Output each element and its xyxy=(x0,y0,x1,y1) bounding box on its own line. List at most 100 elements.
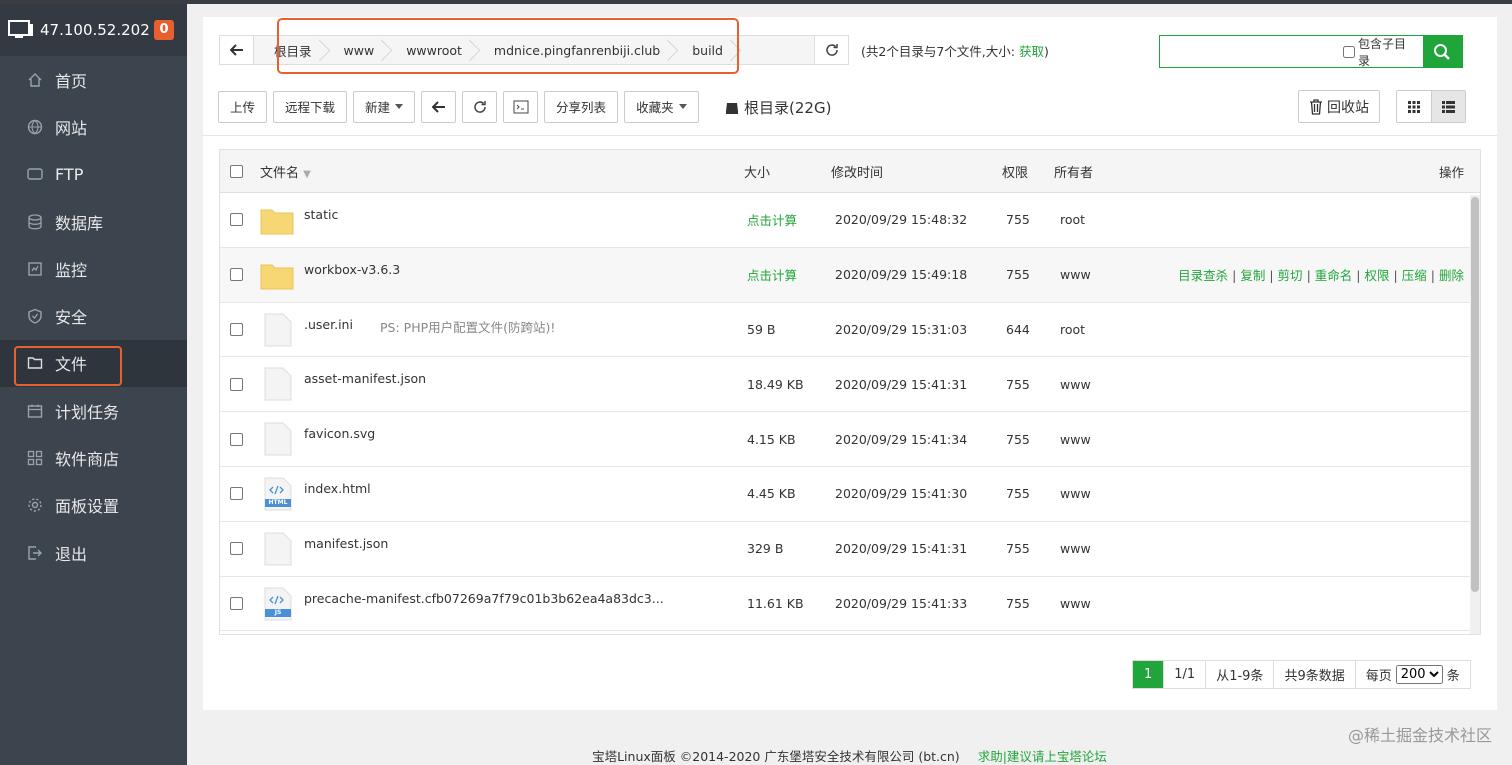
sidebar-menu: 首页 网站 FTP 数据库 监控 安全 文件 计划任务 软件商店 面板设置 退出 xyxy=(0,56,187,577)
recycle-bin-button[interactable]: 回收站 xyxy=(1298,90,1380,123)
page-current[interactable]: 1 xyxy=(1133,661,1165,688)
file-size[interactable]: 点击计算 xyxy=(747,210,797,229)
file-name[interactable]: favicon.svg xyxy=(304,426,375,441)
table-row[interactable]: workbox-v3.6.3 点击计算 2020/09/29 15:49:18 755… xyxy=(220,247,1480,303)
search-input[interactable] xyxy=(1160,36,1343,67)
col-mtime[interactable]: 修改时间 xyxy=(831,162,883,181)
include-subdir-checkbox[interactable] xyxy=(1343,45,1355,58)
row-checkbox[interactable] xyxy=(230,322,243,336)
root-disk-label[interactable]: 根目录(22G) xyxy=(725,97,831,118)
row-checkbox[interactable] xyxy=(230,213,243,227)
folder-icon[interactable] xyxy=(260,260,294,294)
per-page-select[interactable]: 200 xyxy=(1395,665,1443,684)
file-icon[interactable] xyxy=(263,313,297,347)
file-name[interactable]: index.html xyxy=(304,481,371,496)
file-perm[interactable]: 755 xyxy=(1006,267,1030,282)
refresh-button[interactable] xyxy=(462,90,498,123)
file-perm[interactable]: 755 xyxy=(1006,596,1030,611)
sidebar-item-1[interactable]: 网站 xyxy=(0,103,187,150)
row-checkbox[interactable] xyxy=(230,596,243,610)
new-dropdown[interactable]: 新建 xyxy=(353,90,416,123)
sidebar-item-8[interactable]: 软件商店 xyxy=(0,434,187,481)
file-name[interactable]: workbox-v3.6.3 xyxy=(304,262,400,277)
table-row[interactable]: HTML index.html 4.45 KB 2020/09/29 15:41:30… xyxy=(220,467,1480,522)
file-owner[interactable]: root xyxy=(1060,322,1085,337)
file-owner[interactable]: www xyxy=(1060,267,1091,282)
upload-button[interactable]: 上传 xyxy=(218,90,268,123)
file-perm[interactable]: 755 xyxy=(1006,432,1030,447)
share-list-button[interactable]: 分享列表 xyxy=(544,90,619,123)
col-perm[interactable]: 权限 xyxy=(1002,162,1028,181)
path-back-button[interactable] xyxy=(220,36,254,64)
col-owner[interactable]: 所有者 xyxy=(1054,162,1093,181)
row-checkbox[interactable] xyxy=(230,432,243,446)
list-view-button[interactable] xyxy=(1431,91,1465,122)
file-owner[interactable]: www xyxy=(1060,596,1091,611)
table-row[interactable]: .user.ini PS: PHP用户配置文件(防跨站)! 59 B 2020/09/… xyxy=(220,303,1480,358)
file-icon[interactable]: JS xyxy=(263,587,297,621)
grid-view-button[interactable] xyxy=(1397,91,1431,122)
file-owner[interactable]: root xyxy=(1060,212,1085,227)
remote-download-button[interactable]: 远程下载 xyxy=(273,90,348,123)
get-size-link[interactable]: 获取 xyxy=(1019,44,1044,59)
row-checkbox[interactable] xyxy=(230,542,243,556)
file-icon[interactable] xyxy=(263,422,297,456)
file-perm[interactable]: 755 xyxy=(1006,486,1030,501)
file-owner[interactable]: www xyxy=(1060,377,1091,392)
sidebar-item-2[interactable]: FTP xyxy=(0,151,187,198)
file-name[interactable]: asset-manifest.json xyxy=(304,371,426,386)
file-icon[interactable]: HTML xyxy=(263,477,297,511)
table-row[interactable]: favicon.svg 4.15 KB 2020/09/29 15:41:34 755… xyxy=(220,412,1480,467)
action-2[interactable]: 剪切 xyxy=(1278,268,1303,283)
path-refresh-button[interactable] xyxy=(814,36,848,64)
file-name[interactable]: static xyxy=(304,207,338,222)
table-row[interactable]: static 点击计算 2020/09/29 15:48:32 755 root xyxy=(220,193,1480,248)
file-perm[interactable]: 755 xyxy=(1006,541,1030,556)
forum-link[interactable]: 求助|建议请上宝塔论坛 xyxy=(978,749,1107,764)
sidebar-item-7[interactable]: 计划任务 xyxy=(0,387,187,434)
action-4[interactable]: 权限 xyxy=(1365,268,1390,283)
scrollbar-thumb[interactable] xyxy=(1471,197,1479,592)
notification-badge[interactable]: 0 xyxy=(154,20,174,40)
col-name[interactable]: 文件名 ▼ xyxy=(260,162,311,181)
row-checkbox[interactable] xyxy=(230,487,243,501)
action-0[interactable]: 目录查杀 xyxy=(1178,268,1228,283)
go-back-button[interactable] xyxy=(421,90,457,123)
terminal-button[interactable] xyxy=(503,90,539,123)
action-3[interactable]: 重命名 xyxy=(1315,268,1353,283)
sidebar-item-10[interactable]: 退出 xyxy=(0,529,187,576)
action-6[interactable]: 删除 xyxy=(1439,268,1464,283)
folder-icon[interactable] xyxy=(260,205,294,239)
sidebar-item-4[interactable]: 监控 xyxy=(0,245,187,292)
col-size[interactable]: 大小 xyxy=(744,162,770,181)
table-scrollbar[interactable] xyxy=(1470,195,1480,634)
select-all-checkbox[interactable] xyxy=(230,164,243,178)
file-name[interactable]: .user.ini xyxy=(304,317,353,332)
table-row[interactable]: manifest.json 329 B 2020/09/29 15:41:31 755… xyxy=(220,522,1480,577)
file-icon[interactable] xyxy=(263,532,297,566)
file-perm[interactable]: 755 xyxy=(1006,377,1030,392)
sidebar-item-6[interactable]: 文件 xyxy=(0,339,187,388)
sidebar-item-9[interactable]: 面板设置 xyxy=(0,482,187,529)
table-row[interactable]: JS precache-manifest.cfb07269a7f79c01b3b6… xyxy=(220,577,1480,632)
favorites-dropdown[interactable]: 收藏夹 xyxy=(624,90,699,123)
action-5[interactable]: 压缩 xyxy=(1402,268,1427,283)
search-button[interactable] xyxy=(1422,36,1462,67)
file-owner[interactable]: www xyxy=(1060,541,1091,556)
table-row[interactable]: asset-manifest.json 18.49 KB 2020/09/29 15… xyxy=(220,357,1480,413)
file-name[interactable]: precache-manifest.cfb07269a7f79c01b3b62e… xyxy=(304,591,664,606)
action-1[interactable]: 复制 xyxy=(1240,268,1265,283)
file-size[interactable]: 点击计算 xyxy=(747,265,797,284)
file-perm[interactable]: 644 xyxy=(1006,322,1030,337)
sidebar-item-3[interactable]: 数据库 xyxy=(0,198,187,245)
row-checkbox[interactable] xyxy=(230,377,243,391)
file-icon[interactable] xyxy=(263,367,297,401)
file-owner[interactable]: www xyxy=(1060,486,1091,501)
include-subdir-option[interactable]: 包含子目录 xyxy=(1343,36,1423,68)
sidebar-item-0[interactable]: 首页 xyxy=(0,56,187,103)
file-owner[interactable]: www xyxy=(1060,432,1091,447)
row-checkbox[interactable] xyxy=(230,268,243,282)
file-perm[interactable]: 755 xyxy=(1006,212,1030,227)
sidebar-item-5[interactable]: 安全 xyxy=(0,292,187,339)
file-name[interactable]: manifest.json xyxy=(304,536,388,551)
